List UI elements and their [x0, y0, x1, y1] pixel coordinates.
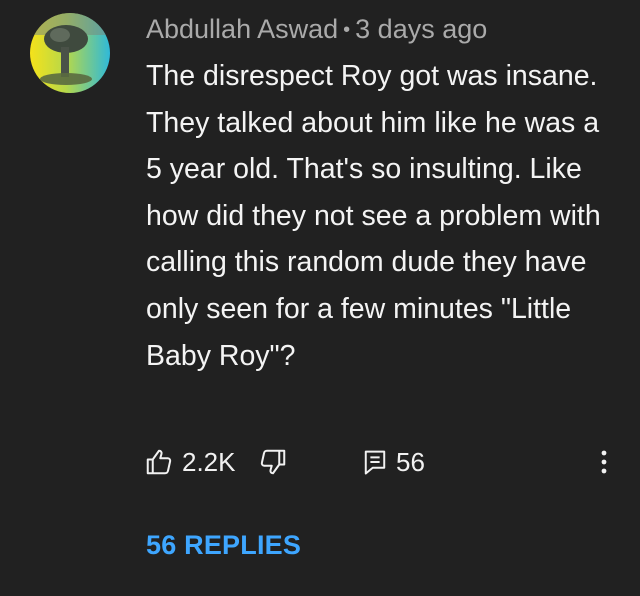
- like-count: 2.2K: [182, 446, 236, 477]
- reply-count: 56: [396, 446, 425, 477]
- more-vertical-icon: [601, 450, 607, 474]
- dislike-button[interactable]: [258, 442, 288, 482]
- thumbs-down-icon: [260, 449, 286, 475]
- comment-meta: Abdullah Aswad • 3 days ago: [146, 12, 487, 47]
- avatar-image: [30, 13, 110, 93]
- more-options-button[interactable]: [592, 442, 616, 482]
- like-button[interactable]: 2.2K: [144, 442, 236, 482]
- view-replies-link[interactable]: 56 REPLIES: [146, 530, 301, 561]
- meta-separator: •: [343, 19, 351, 41]
- avatar[interactable]: [30, 13, 110, 93]
- comment-actions: 2.2K 56: [144, 442, 624, 482]
- thumbs-up-icon: [146, 449, 172, 475]
- comment-text: The disrespect Roy got was insane. They …: [146, 60, 601, 372]
- author-name[interactable]: Abdullah Aswad: [146, 14, 338, 44]
- comment-icon: [364, 450, 386, 475]
- comment-timestamp: 3 days ago: [355, 14, 488, 44]
- reply-button[interactable]: 56: [362, 442, 425, 482]
